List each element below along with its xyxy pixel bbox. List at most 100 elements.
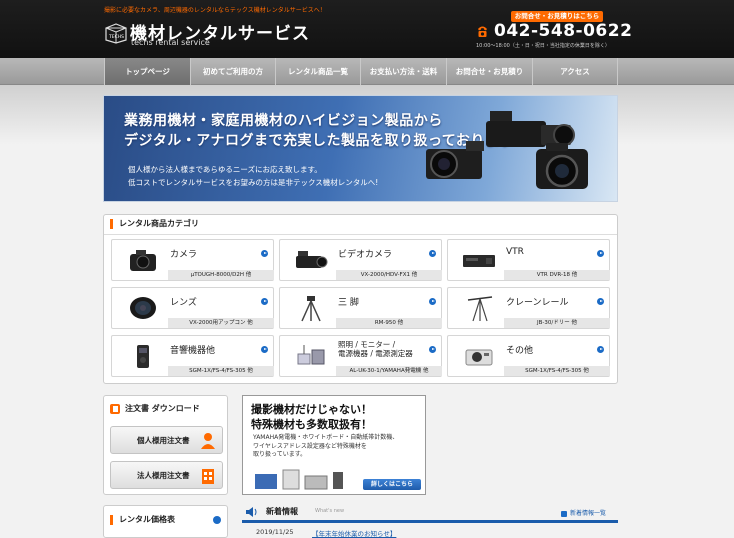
special-equipment-promo: 撮影機材だけじゃない！ 特殊機材も多数取扱有！ YAMAHA発電機・ホワイトボー…: [242, 395, 426, 495]
category-video-camera[interactable]: ビデオカメラ VX-2000/HDV-FX1 他: [279, 239, 442, 281]
promo-title-2: 特殊機材も多数取扱有！: [251, 418, 372, 431]
hero-headline-1: 業務用機材・家庭用機材のハイビジョン製品から: [124, 113, 443, 129]
personal-order-button[interactable]: 個人様用注文書: [110, 426, 223, 454]
camera-illustration: [426, 111, 588, 189]
category-name: クレーンレール: [506, 298, 569, 308]
lens-icon: [130, 297, 156, 319]
site-header: 撮影に必要なカメラ、周辺機器のレンタルならテックス機材レンタルサービスへ！ TE…: [0, 0, 734, 58]
category-model: VX-2000/HDV-FX1 他: [336, 270, 442, 280]
category-panel: レンタル商品カテゴリ カメラ μTOUGH-8000/D2H 他 ビデオカメラ …: [103, 214, 618, 384]
promo-text-line2: ワイヤレスアドレス設定器など特殊機材を: [253, 442, 367, 450]
details-button[interactable]: 詳しくはこちら: [363, 479, 421, 490]
promo-text-line3: 取り扱っています。: [253, 451, 307, 458]
phone-icon: [478, 26, 487, 37]
category-model: SGM-1X/FS-4/FS-305 他: [168, 366, 274, 376]
category-lens[interactable]: レンズ VX-2000用アップコン 他: [111, 287, 274, 329]
nav-top[interactable]: トップページ: [104, 58, 190, 85]
category-name: その他: [506, 346, 534, 356]
dslr-camera: [536, 143, 588, 189]
business-hours: 10:00〜18:00（土・日・祝日・当社指定の休業日を除く）: [476, 43, 610, 49]
corporate-order-label: 法人様用注文書: [137, 471, 190, 480]
category-model: VTR DVR-18 他: [504, 270, 610, 280]
price-list-panel[interactable]: レンタル価格表: [103, 505, 228, 538]
other-equipment-icon: [465, 349, 493, 366]
nav-first-time[interactable]: 初めてご利用の方: [190, 58, 275, 85]
vtr-icon: [463, 255, 495, 267]
arrow-right-icon: [429, 346, 436, 353]
order-download-panel: 注文書 ダウンロード 個人様用注文書 法人様用注文書: [103, 395, 228, 495]
divider: [104, 234, 617, 235]
hero-sub-1: 個人様から法人様まであらゆるニーズにお応え致します。: [128, 165, 322, 174]
order-heading: 注文書 ダウンロード: [110, 403, 200, 414]
nav-products[interactable]: レンタル商品一覧: [275, 58, 360, 85]
news-item-link[interactable]: 【年末年始休業のお知らせ】: [312, 528, 396, 538]
category-model: AL-UK-30-1/YAMAHA発電機 他: [336, 366, 442, 376]
special-equipment-image: [255, 469, 343, 490]
nav-access[interactable]: アクセス: [532, 58, 618, 85]
promo-text-line1: YAMAHA発電機・ホワイトボード・自動紙帯計数機、: [253, 434, 399, 441]
category-name: ビデオカメラ: [338, 250, 393, 260]
building-icon: [202, 469, 214, 484]
category-model: μTOUGH-8000/D2H 他: [168, 270, 274, 280]
category-lighting-power[interactable]: 照明 / モニター / 電源機器 / 電源測定器 AL-UK-30-1/YAMAH…: [279, 335, 442, 377]
logo-text: TECHS: [108, 34, 124, 40]
category-audio[interactable]: 音響機器他 SGM-1X/FS-4/FS-305 他: [111, 335, 274, 377]
phone-number[interactable]: 042-548-0622: [494, 21, 632, 41]
price-list-heading: レンタル価格表: [110, 515, 175, 525]
arrow-right-icon: [597, 346, 604, 353]
category-name: レンズ: [170, 298, 197, 308]
video-camera-small: [426, 141, 484, 179]
category-camera[interactable]: カメラ μTOUGH-8000/D2H 他: [111, 239, 274, 281]
category-vtr[interactable]: VTR VTR DVR-18 他: [447, 239, 610, 281]
promo-text: YAMAHA発電機・ホワイトボード・自動紙帯計数機、 ワイヤレスアドレス設定器な…: [253, 434, 398, 460]
category-name: 音響機器他: [170, 346, 216, 356]
video-camera-icon: [296, 251, 328, 268]
crane-icon: [467, 296, 493, 322]
arrow-right-icon: [597, 298, 604, 305]
arrow-right-icon: [261, 250, 268, 257]
hero-banner: 業務用機材・家庭用機材のハイビジョン製品から デジタル・アナログまで充実した製品…: [103, 95, 618, 202]
camera-icon: [130, 250, 156, 271]
category-heading: レンタル商品カテゴリ: [110, 219, 199, 229]
arrow-right-icon: [261, 346, 268, 353]
nav-contact[interactable]: お問合せ・お見積り: [446, 58, 532, 85]
category-name: 三 脚: [338, 298, 359, 308]
global-nav: トップページ 初めてご利用の方 レンタル商品一覧 お支払い方法・送料 お問合せ・…: [0, 58, 734, 85]
category-other[interactable]: その他 SGM-1X/FS-4/FS-305 他: [447, 335, 610, 377]
arrow-right-icon: [597, 250, 604, 257]
logo-icon[interactable]: TECHS: [104, 22, 128, 44]
arrow-right-icon: [560, 510, 567, 517]
category-name: VTR: [506, 247, 524, 257]
arrow-right-icon: [261, 298, 268, 305]
category-name-line2: 電源機器 / 電源測定器: [338, 349, 413, 358]
personal-order-label: 個人様用注文書: [137, 436, 190, 445]
nav-payment[interactable]: お支払い方法・送料: [360, 58, 446, 85]
category-model: RM-950 他: [336, 318, 442, 328]
category-name: 照明 / モニター / 電源機器 / 電源測定器: [338, 340, 413, 358]
news-list-label: 新着情報一覧: [569, 510, 606, 517]
category-name: カメラ: [170, 250, 198, 260]
news-title: 新着情報: [266, 507, 298, 516]
promo-title-1: 撮影機材だけじゃない！: [251, 403, 372, 416]
news-list-link[interactable]: 新着情報一覧: [560, 508, 606, 517]
arrow-right-icon: [429, 298, 436, 305]
audio-device-icon: [137, 345, 149, 368]
lighting-icon: [297, 345, 325, 365]
category-tripod[interactable]: 三 脚 RM-950 他: [279, 287, 442, 329]
arrow-right-icon: [213, 516, 221, 524]
order-heading-text: 注文書 ダウンロード: [125, 404, 200, 413]
category-name-line1: 照明 / モニター /: [338, 340, 396, 349]
category-model: VX-2000用アップコン 他: [168, 318, 274, 328]
category-model: JB-30/ドリー 他: [504, 318, 610, 328]
site-subtitle: techs rental service: [131, 38, 210, 47]
category-model: SGM-1X/FS-4/FS-305 他: [504, 366, 610, 376]
arrow-right-icon: [429, 250, 436, 257]
news-divider: [242, 520, 618, 523]
news-date: 2019/11/25: [256, 528, 294, 536]
video-camera-large: [486, 111, 575, 147]
corporate-order-button[interactable]: 法人様用注文書: [110, 461, 223, 489]
person-icon: [201, 433, 215, 449]
document-icon: [110, 403, 120, 414]
category-crane-rail[interactable]: クレーンレール JB-30/ドリー 他: [447, 287, 610, 329]
speaker-icon: [246, 507, 257, 517]
